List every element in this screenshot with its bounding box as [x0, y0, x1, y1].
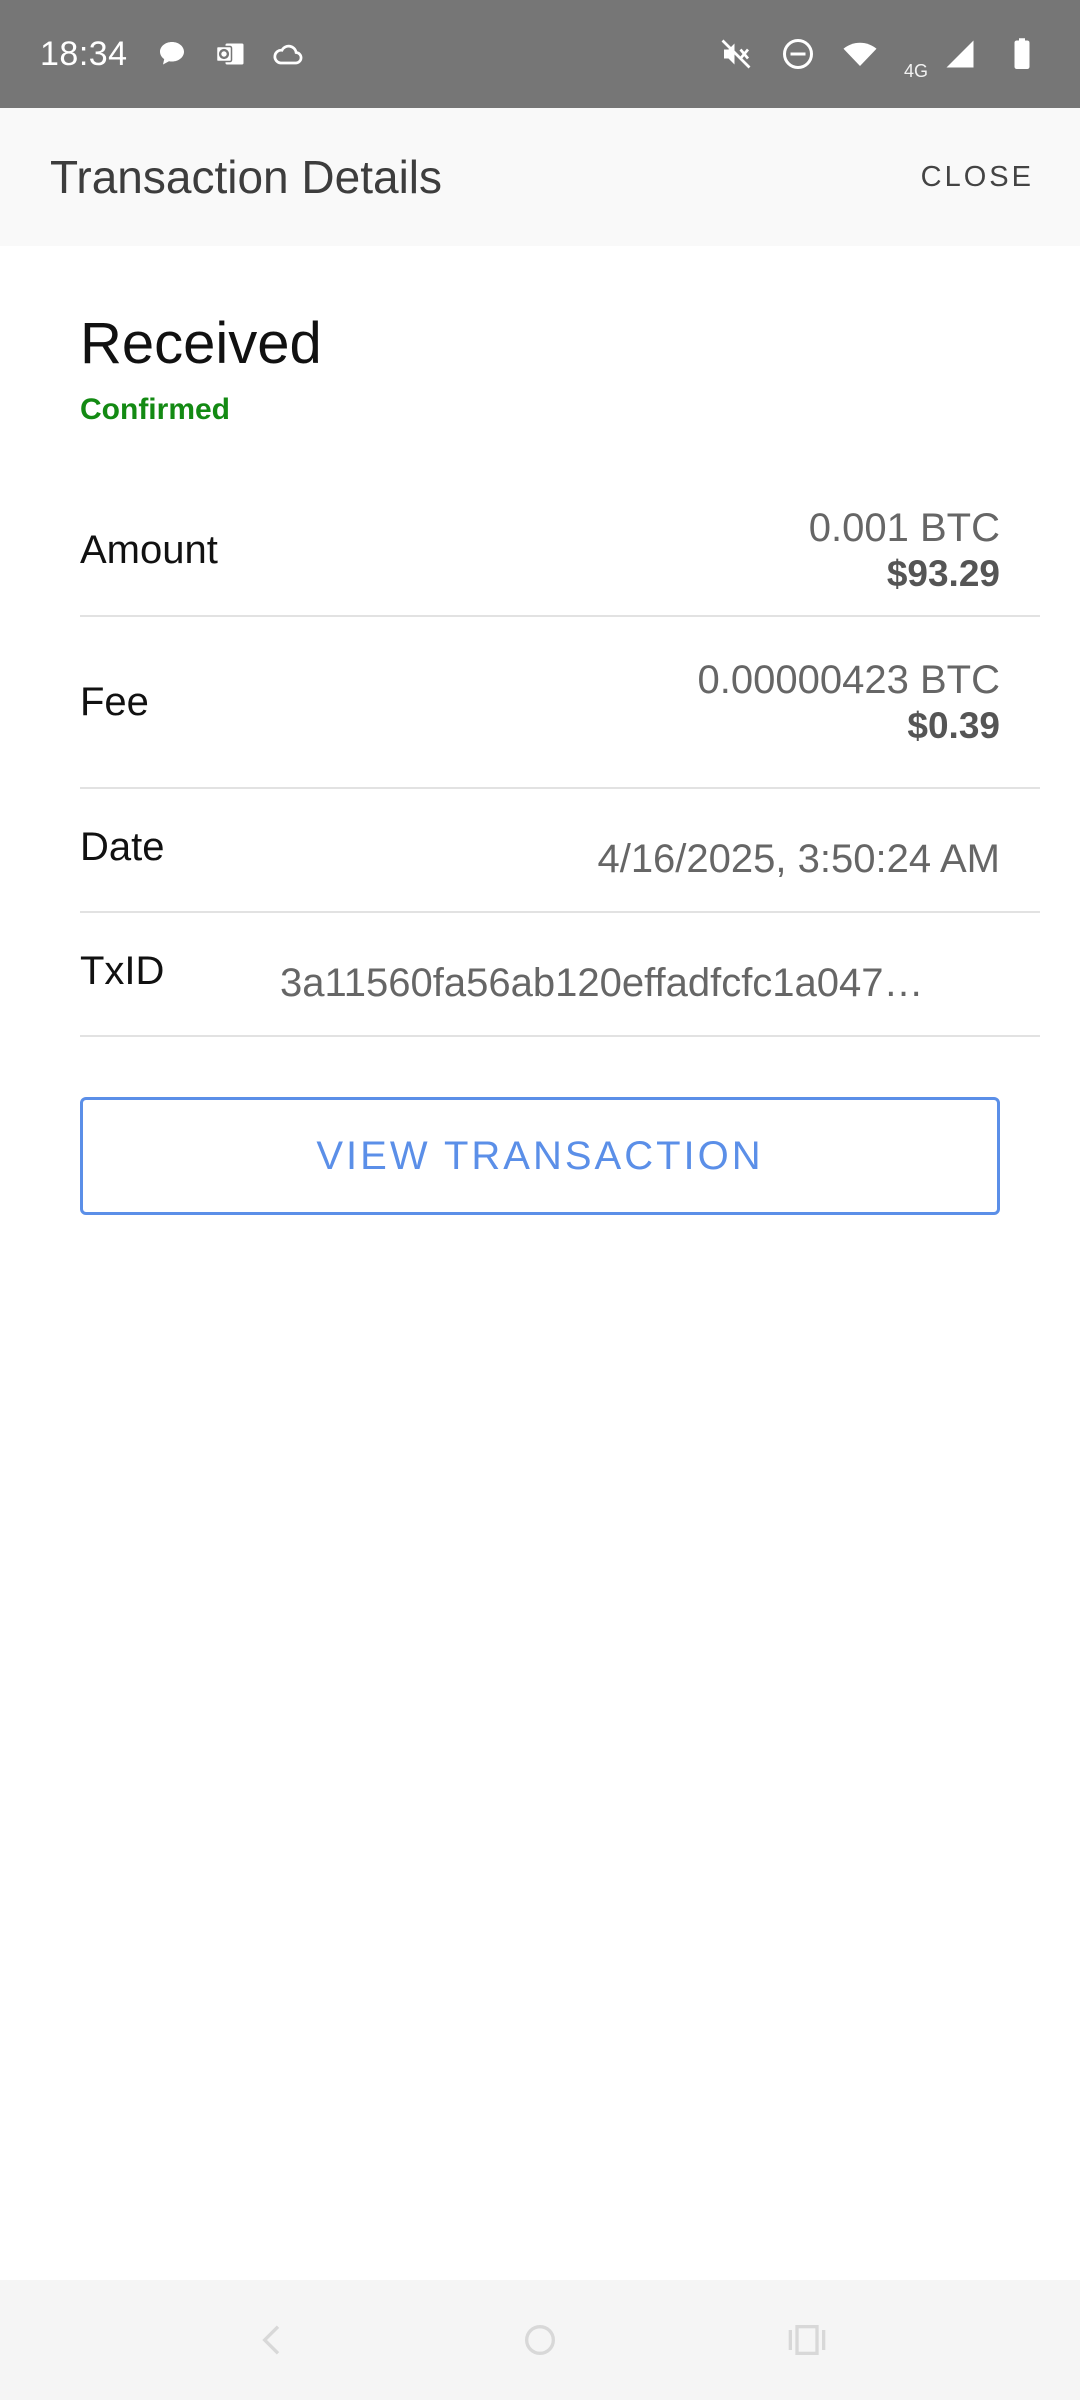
fee-label: Fee	[80, 679, 149, 724]
signal-icon	[946, 40, 974, 68]
status-left: 18:34	[40, 35, 306, 74]
amount-btc: 0.001 BTC	[808, 505, 1000, 550]
date-label: Date	[80, 825, 165, 869]
close-button[interactable]: CLOSE	[911, 147, 1044, 208]
fee-usd: $0.39	[907, 704, 1000, 746]
date-value: 4/16/2025, 3:50:24 AM	[597, 836, 1000, 881]
wifi-icon	[843, 42, 877, 66]
fee-value: 0.00000423 BTC $0.39	[698, 658, 1040, 747]
amount-value: 0.001 BTC $93.29	[809, 506, 1040, 595]
recents-icon	[788, 2325, 825, 2355]
home-button[interactable]	[510, 2310, 570, 2370]
txid-value[interactable]: 3a11560fa56ab120effadfcfc1a047…	[280, 961, 1000, 1006]
status-bar: 18:34 4G	[0, 0, 1080, 108]
status-badge: Confirmed	[80, 393, 230, 426]
do-not-disturb-icon	[782, 39, 813, 69]
amount-row: Amount 0.001 BTC $93.29	[80, 491, 1040, 617]
system-nav-bar	[0, 2280, 1080, 2400]
recents-button[interactable]	[777, 2310, 837, 2370]
battery-icon	[1014, 38, 1030, 69]
view-transaction-button[interactable]: VIEW TRANSACTION	[80, 1097, 1000, 1215]
home-icon	[524, 2325, 555, 2355]
chat-bubble-icon	[159, 42, 184, 65]
txid-row: TxID 3a11560fa56ab120effadfcfc1a047…	[80, 913, 1040, 1037]
back-icon	[262, 2325, 280, 2355]
back-button[interactable]	[243, 2310, 303, 2370]
fee-row: Fee 0.00000423 BTC $0.39	[80, 617, 1040, 789]
vibrate-off-icon	[721, 39, 751, 69]
date-value-wrap: 4/16/2025, 3:50:24 AM	[597, 819, 1040, 882]
date-row: Date 4/16/2025, 3:50:24 AM	[80, 789, 1040, 913]
app-bar: Transaction Details CLOSE	[0, 108, 1080, 246]
transaction-type: Received	[80, 311, 322, 376]
notification-icons	[154, 36, 306, 72]
amount-usd: $93.29	[886, 552, 1000, 594]
page-title: Transaction Details	[50, 151, 443, 203]
cloud-icon	[273, 44, 302, 65]
fee-btc: 0.00000423 BTC	[697, 657, 1000, 702]
outlook-icon	[215, 43, 244, 65]
txid-label: TxID	[80, 949, 165, 993]
transaction-details: Received Confirmed Amount 0.001 BTC $93.…	[80, 246, 1040, 1215]
network-type-label: 4G	[903, 60, 928, 81]
status-right: 4G	[718, 27, 1040, 82]
amount-label: Amount	[80, 527, 218, 572]
status-time: 18:34	[40, 34, 128, 73]
